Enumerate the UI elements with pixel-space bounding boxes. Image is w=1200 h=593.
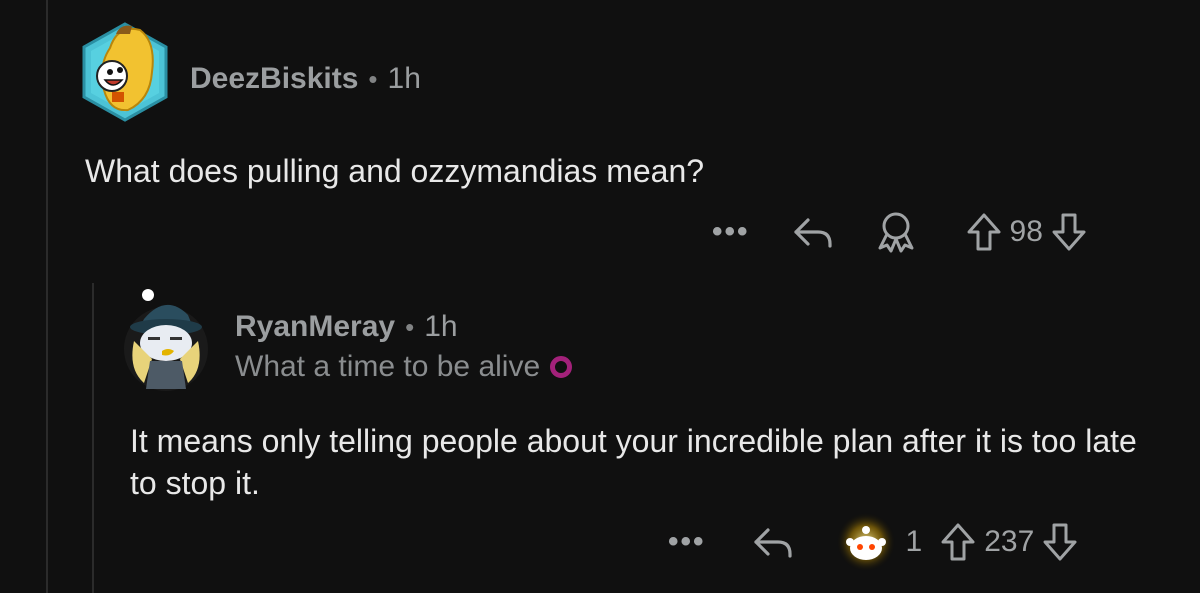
comment-body: It means only telling people about your …: [130, 423, 1137, 501]
reply-icon: [793, 218, 832, 248]
award-button[interactable]: [834, 512, 898, 572]
reply-icon: [753, 528, 792, 558]
award-icon: [878, 212, 914, 253]
meta-separator: •: [405, 312, 415, 342]
comment-time: 1h: [424, 310, 458, 343]
downvote-button[interactable]: [1042, 522, 1078, 562]
upvote-button[interactable]: [966, 212, 1002, 252]
comment-meta: RyanMeray • 1h: [235, 310, 458, 344]
banana-avatar-icon[interactable]: [80, 20, 170, 124]
snoo-hat-avatar-icon[interactable]: [122, 289, 210, 393]
award-button[interactable]: [874, 210, 918, 254]
comment-actions: ••• 1 237: [668, 512, 1078, 572]
upvote-button[interactable]: [940, 522, 976, 562]
downvote-button[interactable]: [1051, 212, 1087, 252]
comment-body: What does pulling and ozzymandias mean?: [85, 153, 705, 189]
comment-actions: ••• 98: [712, 208, 1087, 256]
downvote-arrow-icon: [1043, 523, 1077, 561]
thread-line[interactable]: [46, 0, 48, 593]
upvote-arrow-icon: [941, 523, 975, 561]
wholesome-award-icon: [835, 512, 896, 572]
reply-button[interactable]: [752, 524, 794, 560]
author-name[interactable]: RyanMeray: [235, 310, 395, 344]
vote-count: 237: [984, 525, 1035, 558]
comment-thread: DeezBiskits • 1h What does pulling and o…: [0, 0, 1200, 593]
vote-count: 98: [1009, 215, 1043, 248]
meta-separator: •: [368, 64, 378, 94]
user-flair: What a time to be alive: [235, 350, 573, 384]
comment-time: 1h: [387, 62, 421, 95]
flair-text: What a time to be alive: [235, 350, 541, 383]
award-count: 1: [905, 525, 923, 558]
more-options-button[interactable]: •••: [668, 525, 706, 559]
comment-meta: DeezBiskits • 1h: [190, 62, 421, 96]
reply-thread-line[interactable]: [92, 283, 94, 593]
author-name[interactable]: DeezBiskits: [190, 62, 358, 96]
reply-button[interactable]: [792, 214, 834, 250]
upvote-arrow-icon: [967, 213, 1001, 251]
downvote-arrow-icon: [1052, 213, 1086, 251]
flair-ring-icon: [550, 356, 573, 378]
more-options-button[interactable]: •••: [712, 215, 750, 249]
